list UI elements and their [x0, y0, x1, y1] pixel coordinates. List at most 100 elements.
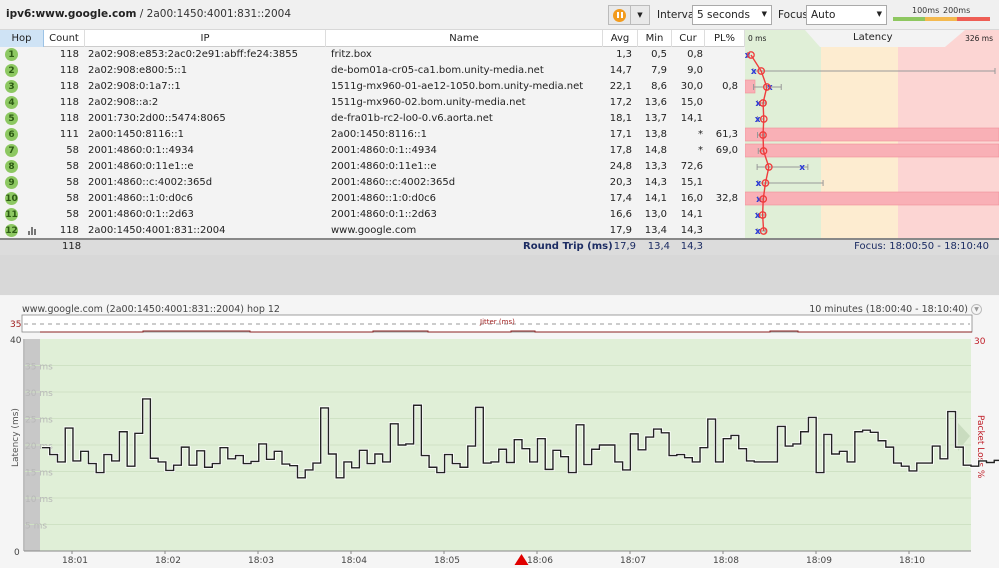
col-pl[interactable]: PL%: [705, 30, 745, 47]
latency-mini-graph: xxxxxxxxxx: [745, 47, 999, 239]
hop-number-badge: 9: [5, 176, 18, 189]
x-tick-label: 18:08: [713, 556, 739, 566]
hop-count: 118: [59, 65, 79, 76]
y-axis-title: Latency (ms): [11, 408, 21, 467]
pause-icon: [613, 8, 626, 22]
col-avg[interactable]: Avg: [603, 30, 638, 47]
target-address[interactable]: ipv6:www.google.com / 2a00:1450:4001:831…: [6, 8, 291, 20]
y-tick-label: 25 ms: [25, 416, 53, 426]
interval-select[interactable]: 5 seconds ▼: [692, 5, 772, 25]
footer-cur: 14,3: [680, 241, 703, 252]
col-cur[interactable]: Cur: [672, 30, 705, 47]
hop-cur: 0,8: [687, 49, 703, 60]
table-row[interactable]: 4 118 2a02:908::a:2 1511g-mx960-02.bom.unit…: [0, 95, 745, 111]
y-min-label: 0: [14, 548, 20, 558]
hop-count: 58: [66, 161, 79, 172]
table-row[interactable]: 11 58 2001:4860:0:1::2d63 2001:4860:0:1::2d…: [0, 207, 745, 223]
hop-number-badge: 3: [5, 80, 18, 93]
col-count[interactable]: Count: [44, 30, 85, 47]
x-tick-label: 18:07: [620, 556, 646, 566]
hop-ip: 2001:4860:0:11e1::e: [88, 161, 194, 172]
col-hop[interactable]: Hop: [0, 30, 44, 47]
col-ip[interactable]: IP: [85, 30, 326, 47]
table-empty-area: [0, 255, 999, 295]
hop-cur: 30,0: [680, 81, 703, 92]
hop-cur: 14,1: [680, 209, 703, 220]
hop-name: 2001:4860:0:11e1::e: [331, 161, 437, 172]
y-max-label: 40: [10, 336, 22, 346]
table-row[interactable]: 6 111 2a00:1450:8116::1 2a00:1450:8116::1 17…: [0, 127, 745, 143]
hop-number-badge: 2: [5, 64, 18, 77]
target-host: ipv6:www.google.com: [6, 8, 137, 20]
zone-warn: [821, 47, 898, 239]
hop-pl: 61,3: [715, 129, 738, 140]
hop-number-badge: 6: [5, 128, 18, 141]
pause-toggle[interactable]: [609, 6, 631, 24]
zone-bad: [898, 47, 999, 239]
hop-number-badge: 8: [5, 160, 18, 173]
latency-color-legend: 100ms 200ms: [893, 6, 990, 22]
col-min[interactable]: Min: [638, 30, 672, 47]
hop-number-badge: 11: [5, 208, 18, 221]
hop-ip: 2a02:908:e853:2ac0:2e91:abff:fe24:3855: [88, 49, 298, 60]
table-row[interactable]: 7 58 2001:4860:0:1::4934 2001:4860:0:1::493…: [0, 143, 745, 159]
latency-min-label: 0 ms: [748, 34, 767, 43]
hop-min: 13,6: [644, 97, 667, 108]
current-latency-marker: x: [755, 179, 761, 189]
interval-value: 5 seconds: [697, 9, 750, 21]
hop-count: 58: [66, 145, 79, 156]
hop-count: 58: [66, 209, 79, 220]
hop-cur: 16,0: [680, 193, 703, 204]
focus-label: Focus: [778, 9, 808, 21]
jitter-label: Jitter (ms): [479, 318, 515, 326]
hop-name: 1511g-mx960-02.bom.unity-media.net: [331, 97, 526, 108]
hop-name: de-bom01a-cr05-ca1.bom.unity-media.net: [331, 65, 544, 76]
legend-warn-bar: [925, 17, 957, 21]
focus-select[interactable]: Auto ▼: [806, 5, 887, 25]
pause-button[interactable]: ▼: [608, 5, 650, 25]
table-row[interactable]: 10 58 2001:4860::1:0:d0c6 2001:4860::1:0:d0…: [0, 191, 745, 207]
hop-ip: 2a00:1450:4001:831::2004: [88, 225, 226, 236]
packet-loss-bar: [745, 191, 999, 206]
hop-avg: 16,6: [609, 209, 632, 220]
latency-history-chart: 35 Jitter (ms)5 ms10 ms15 ms20 ms25 ms30 …: [10, 314, 999, 566]
y-tick-label: 5 ms: [25, 522, 47, 532]
table-row[interactable]: 8 58 2001:4860:0:11e1::e 2001:4860:0:11e1::…: [0, 159, 745, 175]
table-row[interactable]: 1 118 2a02:908:e853:2ac0:2e91:abff:fe24:38…: [0, 47, 745, 63]
col-name[interactable]: Name: [326, 30, 603, 47]
y2-axis-title: Packet Loss %: [975, 415, 985, 479]
x-tick-label: 18:01: [62, 556, 88, 566]
hop-ip: 2001:4860::1:0:d0c6: [88, 193, 194, 204]
hop-number-badge: 1: [5, 48, 18, 61]
hop-name: fritz.box: [331, 49, 372, 60]
hop-count: 118: [59, 49, 79, 60]
hop-min: 13,4: [644, 225, 667, 236]
hop-avg: 1,3: [616, 49, 632, 60]
hop-number-badge: 12: [5, 224, 18, 237]
hop-avg: 14,7: [609, 65, 632, 76]
hop-ip: 2001:730:2d00::5474:8065: [88, 113, 226, 124]
hop-cur: 14,1: [680, 113, 703, 124]
hop-ip: 2a00:1450:8116::1: [88, 129, 184, 140]
y-tick-label: 15 ms: [25, 469, 53, 479]
table-row[interactable]: 2 118 2a02:908:e800:5::1 de-bom01a-cr05-ca1…: [0, 63, 745, 79]
pause-dropdown[interactable]: ▼: [631, 6, 649, 24]
hop-avg: 17,1: [609, 129, 632, 140]
table-row[interactable]: 9 58 2001:4860::c:4002:365d 2001:4860::c:40…: [0, 175, 745, 191]
legend-200ms: 200ms: [943, 6, 971, 15]
col-latency[interactable]: 0 ms Latency 326 ms: [745, 30, 999, 47]
focus-value: Auto: [811, 9, 836, 21]
table-row[interactable]: 3 118 2a02:908:0:1a7::1 1511g-mx960-01-ae12…: [0, 79, 745, 95]
bar-chart-icon[interactable]: [28, 226, 37, 238]
y-tick-label: 35 ms: [25, 363, 53, 373]
hop-name: 2a00:1450:8116::1: [331, 129, 427, 140]
table-row[interactable]: 12 118 2a00:1450:4001:831::2004 www.google.…: [0, 223, 745, 239]
footer-focus-range: Focus: 18:00:50 - 18:10:40: [854, 241, 989, 252]
table-row[interactable]: 5 118 2001:730:2d00::5474:8065 de-fra01b-rc…: [0, 111, 745, 127]
packet-loss-bar: [745, 143, 999, 158]
hop-ip: 2a02:908:e800:5::1: [88, 65, 188, 76]
hop-count: 118: [59, 113, 79, 124]
hop-count: 58: [66, 177, 79, 188]
hop-number-badge: 5: [5, 112, 18, 125]
hop-number-badge: 10: [5, 192, 18, 205]
